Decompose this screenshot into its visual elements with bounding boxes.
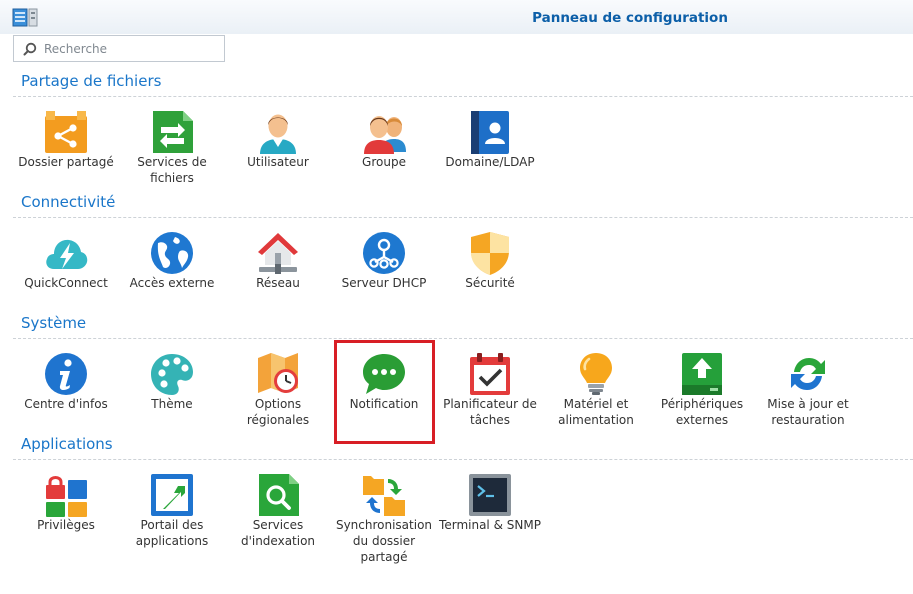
section-divider <box>13 217 913 218</box>
regional-options-icon <box>256 352 300 396</box>
tile-file-services[interactable]: Services de fichiers <box>117 104 227 222</box>
theme-palette-icon <box>150 352 194 396</box>
tile-label: Services de fichiers <box>137 155 207 185</box>
tile-label: Terminal & SNMP <box>439 518 541 532</box>
shared-folder-sync-icon <box>362 473 406 517</box>
search-icon <box>23 42 37 56</box>
control-panel-logo-icon <box>12 8 38 27</box>
security-shield-icon <box>468 231 512 275</box>
tile-label: Groupe <box>362 155 406 169</box>
external-access-icon <box>150 231 194 275</box>
tile-label: Matériel et alimentation <box>558 397 634 427</box>
network-icon <box>256 231 300 275</box>
title-bar: Panneau de configuration <box>0 0 913 34</box>
tile-security[interactable]: Sécurité <box>435 225 545 343</box>
tile-label: Accès externe <box>129 276 215 290</box>
search-input[interactable] <box>44 40 220 58</box>
search-box[interactable] <box>13 35 225 62</box>
tile-network[interactable]: Réseau <box>223 225 333 343</box>
tile-theme[interactable]: Thème <box>117 346 227 464</box>
tile-label: Serveur DHCP <box>341 276 427 290</box>
tile-dhcp-server[interactable]: Serveur DHCP <box>329 225 439 343</box>
section-divider <box>13 338 913 339</box>
group-icon <box>362 110 406 154</box>
section-title-system: Système <box>21 314 87 332</box>
application-portal-icon <box>150 473 194 517</box>
file-services-icon <box>150 110 194 154</box>
tile-label: Réseau <box>256 276 300 290</box>
tile-hardware-power[interactable]: Matériel et alimentation <box>541 346 651 464</box>
tile-application-portal[interactable]: Portail des applications <box>117 467 227 585</box>
tile-task-scheduler[interactable]: Planificateur de tâches <box>435 346 545 464</box>
window-title: Panneau de configuration <box>532 10 728 26</box>
tile-privileges[interactable]: Privilèges <box>11 467 121 585</box>
tile-external-devices[interactable]: Périphériques externes <box>647 346 757 464</box>
tile-shared-folder-sync[interactable]: Synchronisation du dossier partagé <box>329 467 439 585</box>
tile-label: Synchronisation du dossier partagé <box>335 518 433 564</box>
tile-update-restore[interactable]: Mise à jour et restauration <box>753 346 863 464</box>
tile-label: Domaine/LDAP <box>445 155 535 169</box>
quickconnect-icon <box>44 231 88 275</box>
tile-label: Notification <box>349 397 419 411</box>
tile-label: Planificateur de tâches <box>443 397 537 427</box>
tile-label: Thème <box>151 397 193 411</box>
tile-user[interactable]: Utilisateur <box>223 104 333 222</box>
tile-label: Services d'indexation <box>240 518 316 548</box>
tile-label: Périphériques externes <box>660 397 744 427</box>
tile-label: Portail des applications <box>135 518 209 548</box>
indexing-service-icon <box>256 473 300 517</box>
domain-ldap-icon <box>468 110 512 154</box>
section-divider <box>13 459 913 460</box>
section-title-applications: Applications <box>21 435 113 453</box>
tile-domain-ldap[interactable]: Domaine/LDAP <box>435 104 545 222</box>
shared-folder-icon <box>44 110 88 154</box>
tile-terminal-snmp[interactable]: Terminal & SNMP <box>435 467 545 585</box>
tile-notification[interactable]: Notification <box>329 346 439 464</box>
section-title-connectivity: Connectivité <box>21 193 116 211</box>
tile-label: Utilisateur <box>247 155 309 169</box>
tile-external-access[interactable]: Accès externe <box>117 225 227 343</box>
info-center-icon <box>44 352 88 396</box>
tile-label: Dossier partagé <box>18 155 114 169</box>
section-title-file-sharing: Partage de fichiers <box>21 72 162 90</box>
tile-label: Centre d'infos <box>24 397 108 411</box>
user-icon <box>256 110 300 154</box>
tile-label: Sécurité <box>465 276 515 290</box>
section-divider <box>13 96 913 97</box>
tile-indexing-service[interactable]: Services d'indexation <box>223 467 333 585</box>
tile-label: Mise à jour et restauration <box>767 397 849 427</box>
tile-regional-options[interactable]: Options régionales <box>223 346 333 464</box>
external-devices-icon <box>680 352 724 396</box>
dhcp-server-icon <box>362 231 406 275</box>
update-restore-icon <box>786 352 830 396</box>
terminal-snmp-icon <box>468 473 512 517</box>
tile-label: QuickConnect <box>24 276 108 290</box>
task-scheduler-icon <box>468 352 512 396</box>
privileges-icon <box>44 473 88 517</box>
tile-label: Privilèges <box>37 518 95 532</box>
notification-chat-icon <box>362 352 406 396</box>
tile-group[interactable]: Groupe <box>329 104 439 222</box>
tile-label: Options régionales <box>246 397 310 427</box>
hardware-power-bulb-icon <box>574 352 618 396</box>
